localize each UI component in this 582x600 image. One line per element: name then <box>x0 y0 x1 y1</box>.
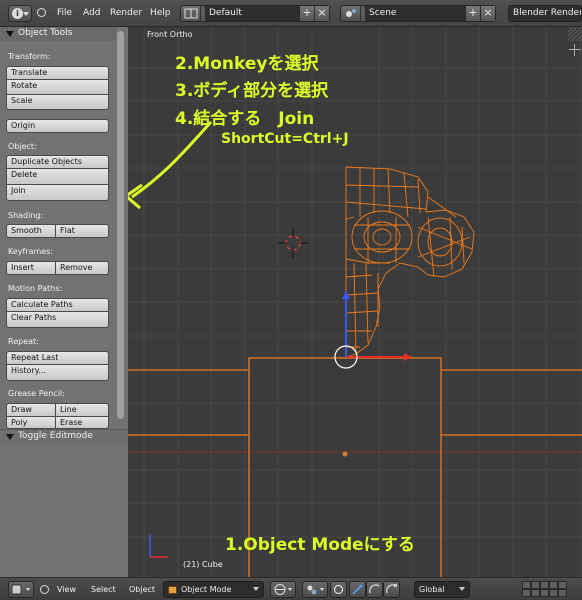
interaction-mode-label: Object Mode <box>181 585 232 594</box>
insert-keyframe-button[interactable]: Insert <box>6 261 56 275</box>
monkey-mesh-selected[interactable] <box>345 166 475 358</box>
view-name: Front Ortho <box>147 30 193 39</box>
add-screen-icon[interactable]: + <box>299 6 314 21</box>
transform-orientation-selector[interactable]: Global <box>414 581 470 598</box>
add-scene-icon[interactable]: + <box>465 6 480 21</box>
duplicate-objects-button[interactable]: Duplicate Objects <box>6 155 109 169</box>
delete-scene-icon[interactable]: × <box>480 6 495 21</box>
scene-name[interactable]: Scene <box>365 6 465 21</box>
3d-viewport[interactable]: Front Ortho (21) Cube 2.Monkeyを選択 3.ボディ部… <box>128 27 582 577</box>
shelf-scrollbar-thumb[interactable] <box>117 31 124 419</box>
pivot-point-button[interactable] <box>302 581 328 598</box>
shading-label: Shading: <box>8 211 44 220</box>
object-tools-panel-header[interactable]: Object Tools <box>0 27 116 41</box>
annotation-shortcut: ShortCut=Ctrl+J <box>221 131 349 147</box>
layer-button[interactable] <box>558 589 567 597</box>
properties-region-toggle-icon[interactable] <box>568 43 582 57</box>
annotation-step3: 3.ボディ部分を選択 <box>175 81 329 101</box>
poly-button[interactable]: Poly <box>6 417 56 429</box>
info-icon: i <box>12 8 23 19</box>
3d-cursor-icon[interactable] <box>278 228 308 258</box>
transform-orientation-label: Global <box>419 585 445 594</box>
object-label: Object: <box>8 142 37 151</box>
layer-button[interactable] <box>531 589 540 597</box>
interaction-mode-selector[interactable]: Object Mode <box>163 581 264 598</box>
collapse-menus-icon[interactable] <box>40 585 49 594</box>
repeat-label: Repeat: <box>8 337 39 346</box>
screen-layout-icon[interactable] <box>181 6 201 21</box>
calculate-paths-button[interactable]: Calculate Paths <box>6 298 109 312</box>
layer-button[interactable] <box>558 581 567 589</box>
layer-button[interactable] <box>549 581 558 589</box>
transform-label: Transform: <box>8 52 51 61</box>
keyframes-label: Keyframes: <box>8 247 54 256</box>
menu-file[interactable]: File <box>57 8 72 18</box>
scale-button[interactable]: Scale <box>6 95 109 110</box>
panel-expand-icon <box>6 31 14 37</box>
annotation-step1: 1.Object Modeにする <box>225 535 415 555</box>
draw-button[interactable]: Draw <box>6 403 56 417</box>
operator-panel-title: Toggle Editmode <box>18 431 93 441</box>
editor-type-button[interactable] <box>8 581 34 598</box>
menu-add[interactable]: Add <box>83 8 100 18</box>
panel-title: Object Tools <box>18 28 73 38</box>
erase-button[interactable]: Erase <box>56 417 109 429</box>
layer-button[interactable] <box>522 589 531 597</box>
collapse-menus-icon[interactable] <box>37 8 46 17</box>
info-header: i File Add Render Help Default + × Scene… <box>0 0 582 27</box>
chevron-down-icon <box>253 587 259 591</box>
operator-panel-header[interactable]: Toggle Editmode <box>0 429 128 443</box>
active-object-label: (21) Cube <box>183 560 223 569</box>
object-mode-icon <box>168 586 177 594</box>
motion-paths-label: Motion Paths: <box>8 284 63 293</box>
menu-select[interactable]: Select <box>91 585 116 594</box>
chevron-down-icon <box>23 12 29 16</box>
line-button[interactable]: Line <box>56 403 109 417</box>
area-split-corner[interactable] <box>568 27 582 41</box>
layer-button[interactable] <box>540 581 549 589</box>
panel-expand-icon <box>6 434 14 440</box>
remove-keyframe-button[interactable]: Remove <box>56 261 109 275</box>
layer-button[interactable] <box>522 581 531 589</box>
translate-manipulator-icon[interactable] <box>349 581 366 598</box>
translate-button[interactable]: Translate <box>6 66 109 80</box>
rotate-manipulator-icon[interactable] <box>366 581 383 598</box>
scale-manipulator-icon[interactable] <box>383 581 400 598</box>
3d-view-header: View Select Object Object Mode Global <box>0 577 582 600</box>
menu-object[interactable]: Object <box>129 585 155 594</box>
view-axes-icon <box>149 535 168 558</box>
x-axis-arrow-head[interactable] <box>404 353 412 361</box>
viewport-shading-button[interactable] <box>270 581 296 598</box>
screen-layout-name[interactable]: Default <box>205 6 299 21</box>
layer-button[interactable] <box>531 581 540 589</box>
grease-pencil-label: Grease Pencil: <box>8 389 65 398</box>
layer-button[interactable] <box>540 589 549 597</box>
editor-type-button[interactable]: i <box>8 5 32 22</box>
body-origin-dot <box>342 451 348 457</box>
tool-shelf: Object Tools Transform: Translate Rotate… <box>0 27 128 577</box>
rotate-button[interactable]: Rotate <box>6 80 109 95</box>
flat-button[interactable]: Flat <box>56 224 109 238</box>
origin-button[interactable]: Origin <box>6 119 109 133</box>
scene-icon[interactable] <box>341 6 361 21</box>
scene-selector[interactable]: Scene + × <box>340 5 496 22</box>
screen-layout-selector[interactable]: Default + × <box>180 5 330 22</box>
repeat-last-button[interactable]: Repeat Last <box>6 351 109 365</box>
annotation-step2: 2.Monkeyを選択 <box>175 54 319 74</box>
smooth-button[interactable]: Smooth <box>6 224 56 238</box>
chevron-down-icon <box>459 587 465 591</box>
delete-button[interactable]: Delete <box>6 169 109 185</box>
menu-help[interactable]: Help <box>150 8 171 18</box>
menu-view[interactable]: View <box>57 585 76 594</box>
menu-render[interactable]: Render <box>110 8 142 18</box>
history-button[interactable]: History... <box>6 365 109 381</box>
render-engine-selector[interactable]: Blender Render <box>508 5 582 22</box>
annotation-step4: 4.結合する Join <box>175 109 315 129</box>
manipulator-toggle-icon[interactable] <box>330 581 347 598</box>
join-button[interactable]: Join <box>6 185 109 201</box>
layer-button[interactable] <box>549 589 558 597</box>
clear-paths-button[interactable]: Clear Paths <box>6 312 109 328</box>
delete-screen-icon[interactable]: × <box>314 6 329 21</box>
